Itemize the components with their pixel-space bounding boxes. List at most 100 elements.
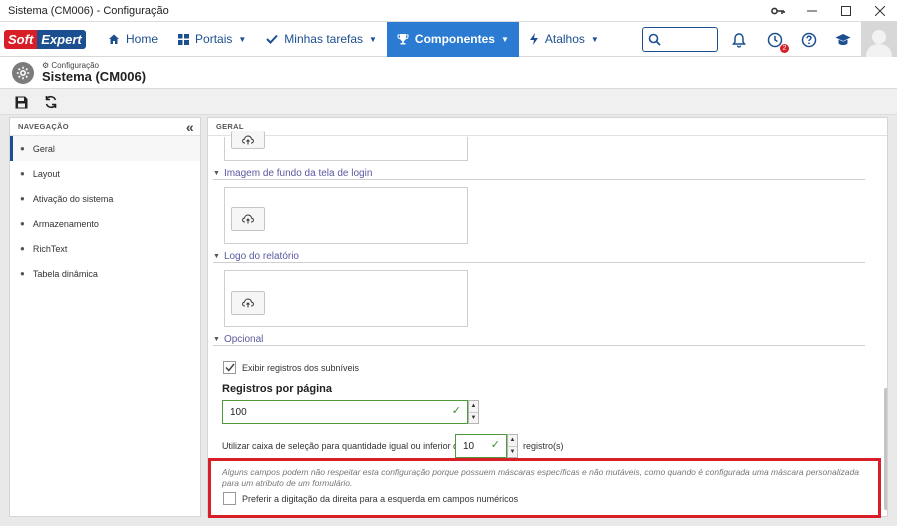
sidebar-item-armazenamento[interactable]: ● Armazenamento — [10, 211, 200, 236]
section-divider — [213, 262, 865, 263]
app-navbar: Soft Expert Home Portais ▼ Minhas tarefas… — [0, 21, 897, 57]
sidebar-item-label: RichText — [32, 243, 68, 254]
gear-icon — [12, 62, 34, 84]
spin-down-icon[interactable]: ▼ — [469, 413, 478, 424]
checkmark-icon — [224, 363, 235, 372]
sidebar-item-geral[interactable]: ● Geral — [10, 136, 200, 161]
refresh-button[interactable] — [42, 93, 60, 111]
navigation-sidebar: NAVEGAÇÃO « ● Geral ● Layout ● Ativação … — [9, 117, 201, 517]
checkbox-threshold-value: 10 — [463, 440, 475, 452]
double-chevron-left-icon[interactable]: « — [186, 119, 194, 135]
nav-componentes[interactable]: Componentes ▼ — [386, 21, 519, 57]
main-panel: GERAL ▼ Imagem de fundo da tela de login… — [207, 117, 888, 517]
spin-down-icon[interactable]: ▼ — [508, 447, 517, 458]
nav-home-label: Home — [126, 32, 159, 46]
nav-minhas-tarefas[interactable]: Minhas tarefas ▼ — [256, 22, 387, 57]
trophy-icon — [397, 34, 409, 45]
sidebar-item-label: Ativação do sistema — [32, 193, 114, 204]
section-optional[interactable]: ▼ Opcional — [213, 334, 263, 345]
bolt-icon — [529, 33, 538, 45]
upload-login-background-button[interactable] — [231, 207, 265, 231]
records-per-page-spinner[interactable]: ▲ ▼ — [468, 400, 479, 424]
scrollbar-thumb[interactable] — [884, 388, 887, 510]
sidebar-item-label: Layout — [32, 168, 60, 179]
cloud-upload-icon — [242, 298, 254, 308]
upload-report-logo-button[interactable] — [231, 291, 265, 315]
nav-componentes-label: Componentes — [414, 32, 495, 46]
help-icon[interactable] — [798, 29, 820, 51]
upload-button[interactable] — [231, 131, 265, 149]
show-subrecords-label: Exibir registros dos subníveis — [242, 362, 360, 373]
show-subrecords-checkbox[interactable] — [223, 361, 236, 374]
bullet-icon: ● — [20, 194, 25, 203]
nav-home[interactable]: Home — [98, 22, 168, 57]
search-input[interactable] — [642, 27, 718, 52]
bell-icon[interactable] — [728, 29, 750, 51]
nav-portais[interactable]: Portais ▼ — [168, 22, 256, 57]
chevron-down-icon: ▼ — [238, 34, 247, 44]
valid-check-icon: ✓ — [451, 405, 461, 417]
graduation-cap-icon[interactable] — [832, 29, 854, 51]
sidebar-header-label: NAVEGAÇÃO — [18, 122, 69, 131]
checkbox-threshold-spinner[interactable]: ▲ ▼ — [507, 434, 518, 458]
sidebar-item-label: Armazenamento — [32, 218, 99, 229]
notification-badge: 2 — [780, 44, 789, 53]
checkbox-threshold-label: Utilizar caixa de seleção para quantidad… — [222, 441, 469, 451]
user-avatar[interactable] — [861, 22, 897, 57]
nav-atalhos[interactable]: Atalhos ▼ — [519, 22, 609, 57]
task-clock-icon[interactable]: 2 — [764, 29, 789, 53]
bullet-icon: ● — [20, 144, 25, 153]
caret-down-icon: ▼ — [213, 336, 220, 343]
save-icon — [15, 96, 27, 108]
grid-icon — [178, 33, 190, 45]
caret-down-icon: ▼ — [213, 253, 220, 260]
page-title: Sistema (CM006) — [42, 69, 147, 84]
sidebar-item-layout[interactable]: ● Layout — [10, 161, 200, 186]
spin-up-icon[interactable]: ▲ — [469, 401, 478, 413]
nav-portais-label: Portais — [195, 32, 233, 46]
logo-expert: Expert — [37, 29, 86, 49]
sidebar-item-label: Tabela dinâmica — [32, 268, 98, 279]
spin-up-icon[interactable]: ▲ — [508, 435, 517, 447]
section-login-background[interactable]: ▼ Imagem de fundo da tela de login — [213, 168, 372, 179]
window-title: Sistema (CM006) - Configuração — [8, 4, 169, 17]
home-icon — [109, 34, 119, 44]
sidebar-item-richtext[interactable]: ● RichText — [10, 236, 200, 261]
bullet-icon: ● — [20, 244, 25, 253]
section-report-logo-label: Logo do relatório — [223, 251, 299, 262]
chevron-down-icon: ▼ — [500, 34, 509, 44]
window-titlebar: Sistema (CM006) - Configuração — [0, 0, 897, 22]
maximize-icon[interactable] — [829, 0, 863, 22]
records-per-page-input[interactable]: 100 ✓ — [222, 400, 468, 424]
chevron-down-icon: ▼ — [590, 34, 599, 44]
page-header: ⚙ Configuração Sistema (CM006) — [0, 57, 897, 89]
section-report-logo[interactable]: ▼ Logo do relatório — [213, 251, 299, 262]
logo-soft: Soft — [4, 29, 38, 49]
checkbox-threshold-input[interactable]: 10 ✓ — [455, 434, 507, 458]
search-icon — [648, 33, 661, 46]
minimize-icon[interactable] — [795, 0, 829, 22]
valid-check-icon: ✓ — [490, 439, 500, 451]
section-divider — [213, 179, 865, 180]
bullet-icon: ● — [20, 219, 25, 228]
key-icon[interactable] — [761, 0, 795, 22]
save-button[interactable] — [12, 93, 30, 111]
softexpert-logo[interactable]: Soft Expert — [0, 22, 92, 57]
nav-atalhos-label: Atalhos — [544, 32, 585, 46]
records-per-page-value: 100 — [230, 406, 247, 418]
checkbox-threshold-suffix: registro(s) — [523, 441, 564, 451]
cloud-upload-icon — [242, 214, 254, 224]
bullet-icon: ● — [20, 269, 25, 278]
main-header: GERAL — [208, 118, 887, 136]
close-icon[interactable] — [863, 0, 897, 22]
toolbar — [0, 89, 897, 115]
sidebar-item-tabela-dinamica[interactable]: ● Tabela dinâmica — [10, 261, 200, 286]
caret-down-icon: ▼ — [213, 170, 220, 177]
sidebar-item-ativacao[interactable]: ● Ativação do sistema — [10, 186, 200, 211]
section-divider — [213, 345, 865, 346]
sidebar-header: NAVEGAÇÃO « — [10, 118, 200, 136]
section-optional-label: Opcional — [223, 334, 264, 345]
cloud-upload-icon — [242, 134, 254, 144]
records-per-page-label: Registros por página — [222, 383, 333, 395]
image-box-report-logo — [224, 270, 468, 327]
